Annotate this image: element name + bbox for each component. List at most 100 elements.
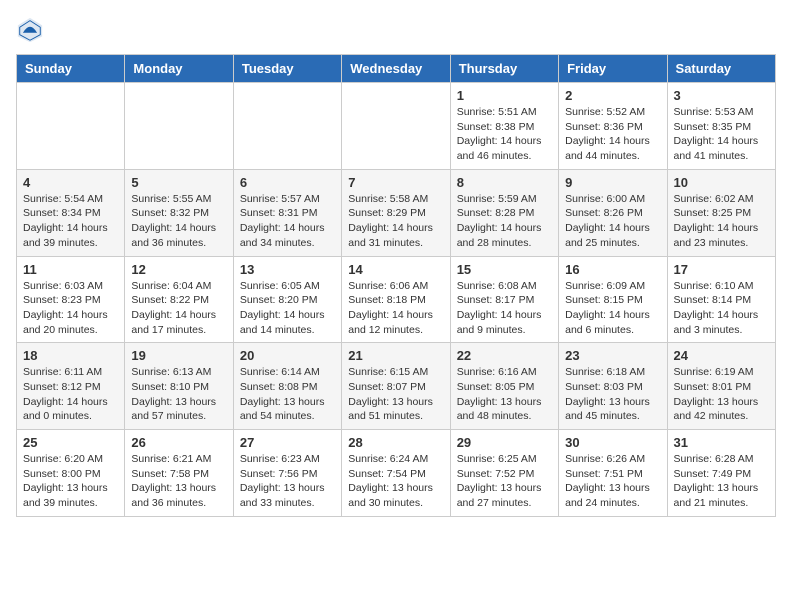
day-number: 10 xyxy=(674,175,769,190)
col-header-thursday: Thursday xyxy=(450,55,558,83)
day-info: Sunrise: 6:11 AM Sunset: 8:12 PM Dayligh… xyxy=(23,365,118,424)
day-number: 3 xyxy=(674,88,769,103)
calendar-cell: 28 Sunrise: 6:24 AM Sunset: 7:54 PM Dayli… xyxy=(342,430,450,517)
day-info: Sunrise: 5:55 AM Sunset: 8:32 PM Dayligh… xyxy=(131,192,226,251)
day-info: Sunrise: 6:04 AM Sunset: 8:22 PM Dayligh… xyxy=(131,279,226,338)
day-info: Sunrise: 6:00 AM Sunset: 8:26 PM Dayligh… xyxy=(565,192,660,251)
day-info: Sunrise: 6:09 AM Sunset: 8:15 PM Dayligh… xyxy=(565,279,660,338)
calendar-cell: 23 Sunrise: 6:18 AM Sunset: 8:03 PM Dayli… xyxy=(559,343,667,430)
calendar-cell: 30 Sunrise: 6:26 AM Sunset: 7:51 PM Dayli… xyxy=(559,430,667,517)
day-number: 16 xyxy=(565,262,660,277)
calendar-week-4: 18 Sunrise: 6:11 AM Sunset: 8:12 PM Dayli… xyxy=(17,343,776,430)
day-info: Sunrise: 6:14 AM Sunset: 8:08 PM Dayligh… xyxy=(240,365,335,424)
day-number: 24 xyxy=(674,348,769,363)
calendar-cell: 4Sunrise: 5:54 AM Sunset: 8:34 PM Daylig… xyxy=(17,169,125,256)
calendar-cell: 2 Sunrise: 5:52 AM Sunset: 8:36 PM Daylig… xyxy=(559,83,667,170)
header-row: SundayMondayTuesdayWednesdayThursdayFrid… xyxy=(17,55,776,83)
day-number: 25 xyxy=(23,435,118,450)
col-header-wednesday: Wednesday xyxy=(342,55,450,83)
day-number: 28 xyxy=(348,435,443,450)
calendar-cell: 13 Sunrise: 6:05 AM Sunset: 8:20 PM Dayli… xyxy=(233,256,341,343)
day-info: Sunrise: 6:03 AM Sunset: 8:23 PM Dayligh… xyxy=(23,279,118,338)
day-number: 18 xyxy=(23,348,118,363)
calendar-cell: 9 Sunrise: 6:00 AM Sunset: 8:26 PM Daylig… xyxy=(559,169,667,256)
day-info: Sunrise: 6:15 AM Sunset: 8:07 PM Dayligh… xyxy=(348,365,443,424)
col-header-tuesday: Tuesday xyxy=(233,55,341,83)
page-header xyxy=(16,16,776,44)
calendar-cell: 1 Sunrise: 5:51 AM Sunset: 8:38 PM Daylig… xyxy=(450,83,558,170)
calendar-cell xyxy=(125,83,233,170)
day-number: 7 xyxy=(348,175,443,190)
day-number: 1 xyxy=(457,88,552,103)
day-info: Sunrise: 6:26 AM Sunset: 7:51 PM Dayligh… xyxy=(565,452,660,511)
day-number: 23 xyxy=(565,348,660,363)
col-header-monday: Monday xyxy=(125,55,233,83)
calendar-week-5: 25 Sunrise: 6:20 AM Sunset: 8:00 PM Dayli… xyxy=(17,430,776,517)
day-number: 8 xyxy=(457,175,552,190)
logo xyxy=(16,16,48,44)
calendar-cell: 31Sunrise: 6:28 AM Sunset: 7:49 PM Dayli… xyxy=(667,430,775,517)
calendar-cell: 27Sunrise: 6:23 AM Sunset: 7:56 PM Dayli… xyxy=(233,430,341,517)
day-number: 19 xyxy=(131,348,226,363)
day-info: Sunrise: 6:06 AM Sunset: 8:18 PM Dayligh… xyxy=(348,279,443,338)
col-header-saturday: Saturday xyxy=(667,55,775,83)
day-number: 9 xyxy=(565,175,660,190)
day-info: Sunrise: 6:13 AM Sunset: 8:10 PM Dayligh… xyxy=(131,365,226,424)
day-info: Sunrise: 6:19 AM Sunset: 8:01 PM Dayligh… xyxy=(674,365,769,424)
day-number: 31 xyxy=(674,435,769,450)
day-info: Sunrise: 5:57 AM Sunset: 8:31 PM Dayligh… xyxy=(240,192,335,251)
day-number: 26 xyxy=(131,435,226,450)
day-info: Sunrise: 5:58 AM Sunset: 8:29 PM Dayligh… xyxy=(348,192,443,251)
col-header-friday: Friday xyxy=(559,55,667,83)
day-number: 15 xyxy=(457,262,552,277)
day-number: 13 xyxy=(240,262,335,277)
day-info: Sunrise: 6:20 AM Sunset: 8:00 PM Dayligh… xyxy=(23,452,118,511)
day-info: Sunrise: 6:24 AM Sunset: 7:54 PM Dayligh… xyxy=(348,452,443,511)
day-info: Sunrise: 6:10 AM Sunset: 8:14 PM Dayligh… xyxy=(674,279,769,338)
calendar-cell: 24 Sunrise: 6:19 AM Sunset: 8:01 PM Dayli… xyxy=(667,343,775,430)
logo-icon xyxy=(16,16,44,44)
calendar-cell: 20 Sunrise: 6:14 AM Sunset: 8:08 PM Dayli… xyxy=(233,343,341,430)
calendar-table: SundayMondayTuesdayWednesdayThursdayFrid… xyxy=(16,54,776,517)
day-number: 20 xyxy=(240,348,335,363)
calendar-cell: 16 Sunrise: 6:09 AM Sunset: 8:15 PM Dayli… xyxy=(559,256,667,343)
day-info: Sunrise: 6:16 AM Sunset: 8:05 PM Dayligh… xyxy=(457,365,552,424)
calendar-cell: 14 Sunrise: 6:06 AM Sunset: 8:18 PM Dayli… xyxy=(342,256,450,343)
calendar-cell xyxy=(342,83,450,170)
calendar-cell xyxy=(17,83,125,170)
day-number: 17 xyxy=(674,262,769,277)
calendar-cell: 21 Sunrise: 6:15 AM Sunset: 8:07 PM Dayli… xyxy=(342,343,450,430)
day-info: Sunrise: 5:59 AM Sunset: 8:28 PM Dayligh… xyxy=(457,192,552,251)
day-info: Sunrise: 6:05 AM Sunset: 8:20 PM Dayligh… xyxy=(240,279,335,338)
day-number: 11 xyxy=(23,262,118,277)
calendar-cell: 17 Sunrise: 6:10 AM Sunset: 8:14 PM Dayli… xyxy=(667,256,775,343)
day-number: 6 xyxy=(240,175,335,190)
calendar-week-1: 1 Sunrise: 5:51 AM Sunset: 8:38 PM Daylig… xyxy=(17,83,776,170)
day-info: Sunrise: 5:51 AM Sunset: 8:38 PM Dayligh… xyxy=(457,105,552,164)
calendar-cell: 12Sunrise: 6:04 AM Sunset: 8:22 PM Dayli… xyxy=(125,256,233,343)
calendar-cell: 7 Sunrise: 5:58 AM Sunset: 8:29 PM Daylig… xyxy=(342,169,450,256)
day-number: 30 xyxy=(565,435,660,450)
day-number: 29 xyxy=(457,435,552,450)
day-info: Sunrise: 6:08 AM Sunset: 8:17 PM Dayligh… xyxy=(457,279,552,338)
day-info: Sunrise: 6:02 AM Sunset: 8:25 PM Dayligh… xyxy=(674,192,769,251)
calendar-header: SundayMondayTuesdayWednesdayThursdayFrid… xyxy=(17,55,776,83)
day-number: 14 xyxy=(348,262,443,277)
day-number: 2 xyxy=(565,88,660,103)
calendar-cell: 10 Sunrise: 6:02 AM Sunset: 8:25 PM Dayli… xyxy=(667,169,775,256)
calendar-cell: 22Sunrise: 6:16 AM Sunset: 8:05 PM Dayli… xyxy=(450,343,558,430)
calendar-cell: 3Sunrise: 5:53 AM Sunset: 8:35 PM Daylig… xyxy=(667,83,775,170)
calendar-cell: 5Sunrise: 5:55 AM Sunset: 8:32 PM Daylig… xyxy=(125,169,233,256)
calendar-cell: 18 Sunrise: 6:11 AM Sunset: 8:12 PM Dayli… xyxy=(17,343,125,430)
calendar-cell: 11 Sunrise: 6:03 AM Sunset: 8:23 PM Dayli… xyxy=(17,256,125,343)
day-info: Sunrise: 5:52 AM Sunset: 8:36 PM Dayligh… xyxy=(565,105,660,164)
col-header-sunday: Sunday xyxy=(17,55,125,83)
calendar-cell xyxy=(233,83,341,170)
day-info: Sunrise: 6:21 AM Sunset: 7:58 PM Dayligh… xyxy=(131,452,226,511)
day-info: Sunrise: 5:54 AM Sunset: 8:34 PM Dayligh… xyxy=(23,192,118,251)
calendar-week-2: 4Sunrise: 5:54 AM Sunset: 8:34 PM Daylig… xyxy=(17,169,776,256)
day-info: Sunrise: 6:18 AM Sunset: 8:03 PM Dayligh… xyxy=(565,365,660,424)
calendar-cell: 19 Sunrise: 6:13 AM Sunset: 8:10 PM Dayli… xyxy=(125,343,233,430)
calendar-cell: 25 Sunrise: 6:20 AM Sunset: 8:00 PM Dayli… xyxy=(17,430,125,517)
day-number: 21 xyxy=(348,348,443,363)
